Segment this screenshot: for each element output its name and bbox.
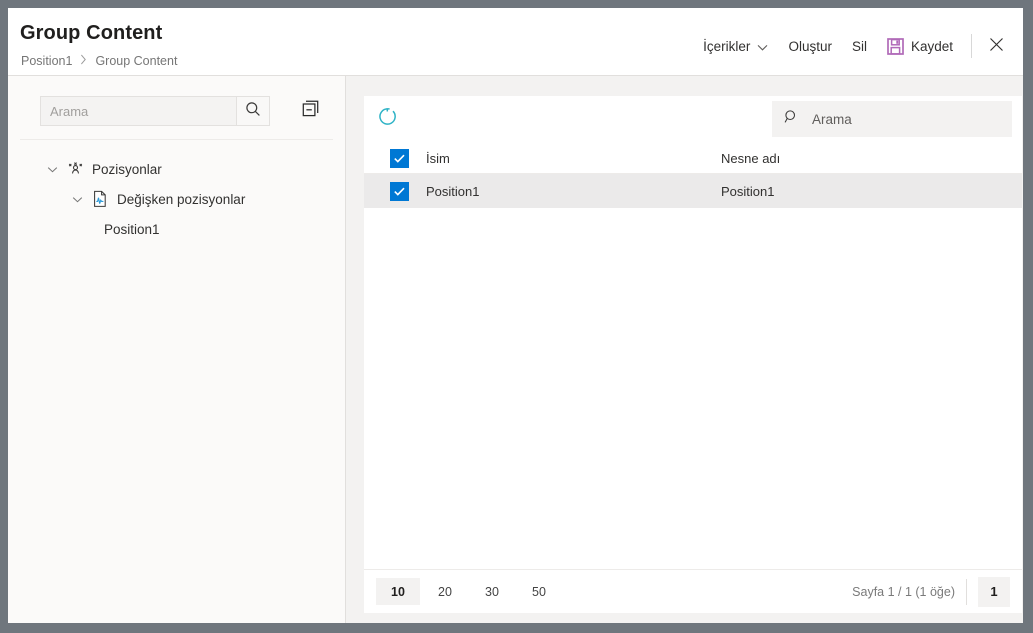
grid-search[interactable] (772, 101, 1012, 137)
chevron-down-icon[interactable] (69, 191, 85, 207)
column-header-isim[interactable]: İsim (426, 151, 721, 166)
column-header-nesne-adi[interactable]: Nesne adı (721, 151, 1022, 166)
toolbar-sil-button[interactable]: Sil (842, 35, 877, 58)
select-all-cell (364, 149, 426, 168)
toolbar-icerikler-menu[interactable]: İçerikler (693, 35, 778, 58)
tree-item-label: Pozisyonlar (92, 162, 162, 177)
page-size-30[interactable]: 30 (470, 578, 514, 605)
page-header: Group Content Position1 Group Content İç… (8, 8, 1023, 75)
save-icon (887, 38, 904, 55)
header-toolbar: İçerikler Oluştur Sil (693, 32, 1013, 60)
refresh-button[interactable] (372, 104, 402, 134)
sidebar-divider (20, 139, 333, 140)
tree-item-degisken-pozisyonlar[interactable]: Değişken pozisyonlar (8, 184, 345, 214)
tree-item-label: Position1 (104, 222, 160, 237)
close-button[interactable] (980, 33, 1013, 59)
toolbar-olustur-label: Oluştur (788, 39, 832, 54)
page-title: Group Content (20, 22, 162, 45)
select-all-checkbox[interactable] (390, 149, 409, 168)
row-select-cell (364, 182, 426, 201)
data-table: İsim Nesne adı Position1 Position1 (364, 143, 1022, 208)
search-icon (245, 101, 261, 122)
app-window: Group Content Position1 Group Content İç… (8, 8, 1023, 623)
grid-toolbar (364, 96, 1022, 143)
toolbar-olustur-button[interactable]: Oluştur (778, 35, 842, 58)
collapse-all-button[interactable] (296, 98, 324, 124)
sidebar: Pozisyonlar Değişken pozisyonlar Positio… (8, 76, 345, 623)
row-checkbox[interactable] (390, 182, 409, 201)
pagination-bar: 10 20 30 50 Sayfa 1 / 1 (1 öğe) 1 (364, 570, 1022, 613)
breadcrumb-item-parent[interactable]: Position1 (21, 54, 72, 68)
pagination-info: Sayfa 1 / 1 (1 öğe) (852, 585, 955, 599)
toolbar-kaydet-button[interactable]: Kaydet (877, 34, 963, 59)
breadcrumb-item-current: Group Content (95, 54, 177, 68)
sidebar-search-button[interactable] (236, 96, 270, 126)
refresh-icon (377, 106, 398, 132)
breadcrumb-chevron-icon (80, 54, 88, 68)
sidebar-search-input[interactable] (40, 96, 236, 126)
tree-item-label: Değişken pozisyonlar (117, 192, 245, 207)
pagination-right: Sayfa 1 / 1 (1 öğe) 1 (852, 570, 1022, 613)
pagination-divider (966, 579, 967, 605)
tree-item-position1[interactable]: Position1 (8, 214, 345, 244)
content-pane: İsim Nesne adı Position1 Position1 10 20 (346, 76, 1023, 623)
collapse-all-icon (301, 99, 320, 123)
cell-isim: Position1 (426, 184, 721, 199)
chevron-down-icon (757, 41, 768, 52)
page-size-50[interactable]: 50 (517, 578, 561, 605)
sidebar-search (40, 96, 270, 126)
breadcrumb: Position1 Group Content (21, 54, 177, 68)
grid-search-input[interactable] (810, 111, 999, 128)
table-header-row: İsim Nesne adı (364, 143, 1022, 174)
table-row[interactable]: Position1 Position1 (364, 174, 1022, 208)
toolbar-icerikler-label: İçerikler (703, 39, 750, 54)
page-size-20[interactable]: 20 (423, 578, 467, 605)
chevron-down-icon[interactable] (44, 161, 60, 177)
cell-nesne-adi: Position1 (721, 184, 1022, 199)
search-icon (784, 109, 799, 129)
close-icon (989, 37, 1004, 55)
page-number-button[interactable]: 1 (978, 577, 1010, 607)
document-signal-icon (91, 190, 109, 208)
grid-card: İsim Nesne adı Position1 Position1 10 20 (364, 96, 1022, 613)
group-icon (66, 160, 84, 178)
toolbar-divider (971, 34, 972, 58)
navigation-tree: Pozisyonlar Değişken pozisyonlar Positio… (8, 154, 345, 244)
page-size-10[interactable]: 10 (376, 578, 420, 605)
toolbar-kaydet-label: Kaydet (911, 39, 953, 54)
tree-item-pozisyonlar[interactable]: Pozisyonlar (8, 154, 345, 184)
toolbar-sil-label: Sil (852, 39, 867, 54)
